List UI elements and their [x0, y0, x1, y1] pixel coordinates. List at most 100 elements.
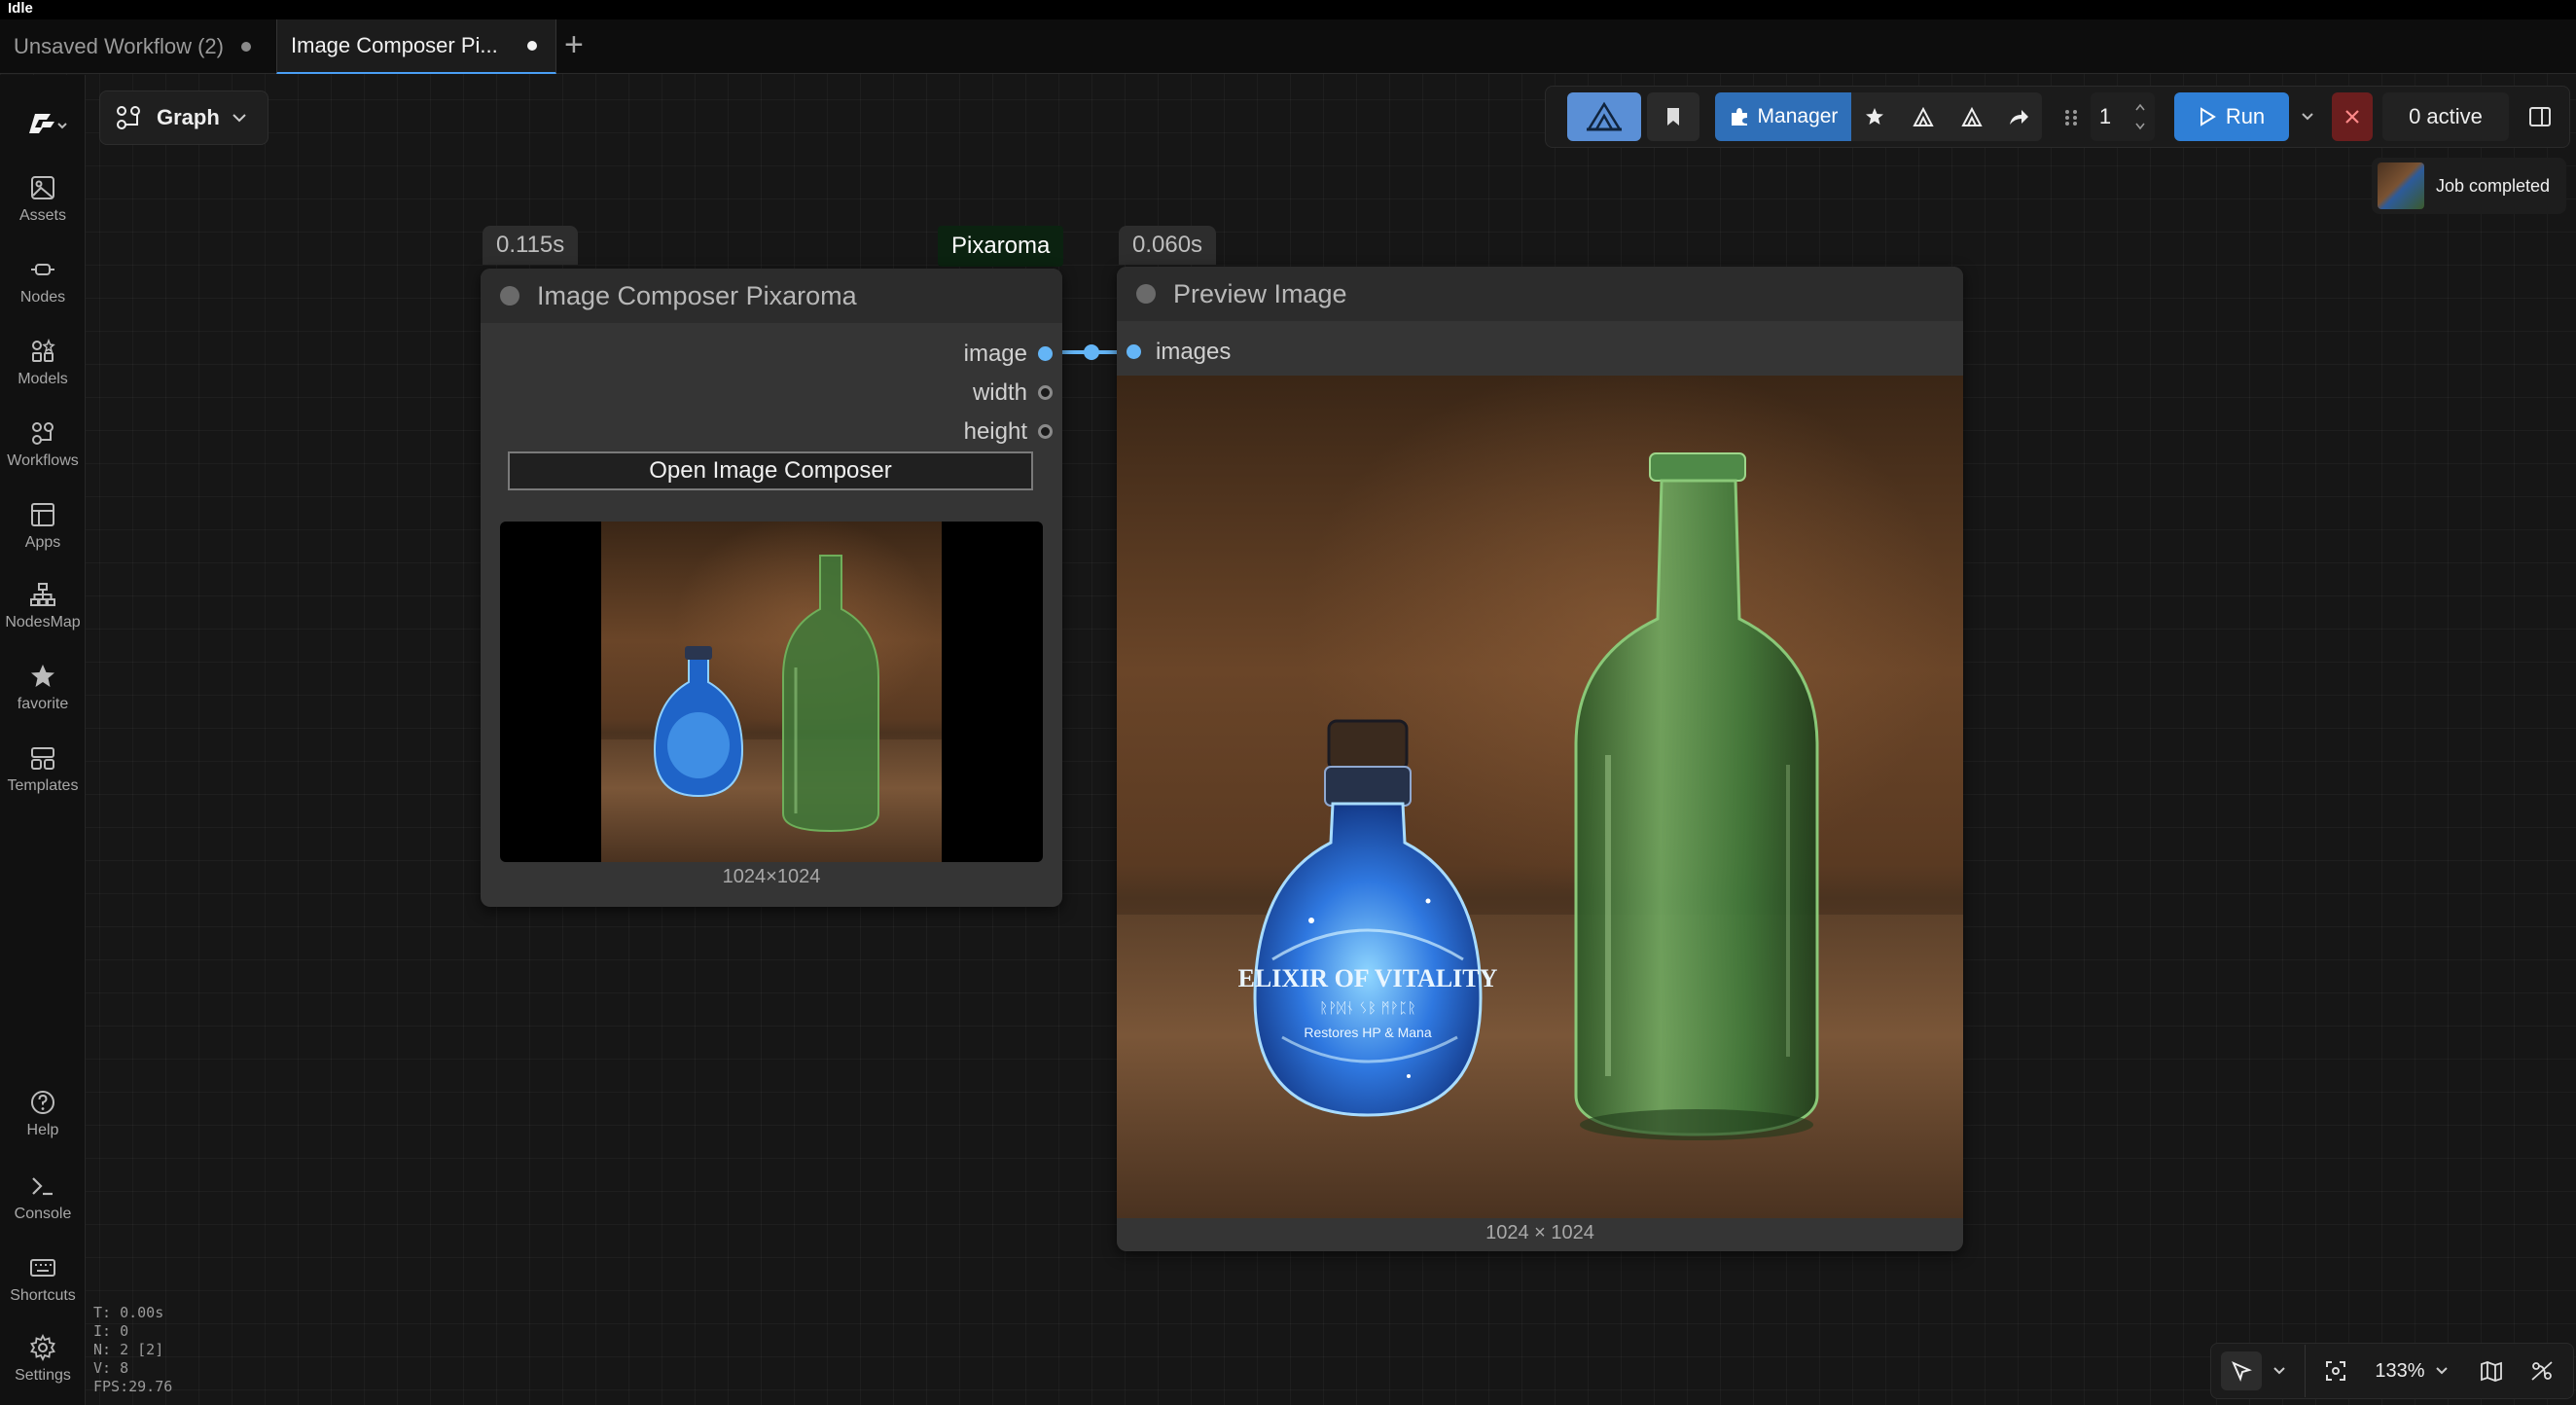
sidebar-item-assets[interactable]: Assets [0, 174, 86, 225]
output-slot-width[interactable] [1038, 385, 1053, 400]
bottle-label-title: ELIXIR OF VITALITY [1238, 964, 1498, 992]
comfy-logo-icon [29, 114, 67, 133]
zoom-level: 133% [2375, 1359, 2425, 1382]
mode-dropdown-button[interactable] [2266, 1351, 2293, 1390]
graph-selector[interactable]: Graph [99, 90, 268, 145]
image-composer-node[interactable]: Image Composer Pixaroma image width heig… [481, 269, 1062, 907]
stat-v: V: 8 [93, 1359, 129, 1377]
sidebar-item-models[interactable]: Models [0, 338, 86, 388]
sidebar-item-label: Console [14, 1206, 72, 1222]
job-status-text: Job completed [2436, 175, 2551, 196]
image-icon [31, 176, 54, 199]
manager-label: Manager [1757, 105, 1839, 127]
sidebar-item-label: favorite [17, 696, 69, 712]
sidebar-item-shortcuts[interactable]: Shortcuts [0, 1254, 86, 1305]
sidebar-item-apps[interactable]: Apps [0, 501, 86, 552]
tab-image-composer[interactable]: Image Composer Pi... [276, 19, 556, 74]
node-header[interactable]: Image Composer Pixaroma [481, 269, 1062, 323]
model-download-button[interactable] [1902, 104, 1945, 129]
graph-label: Graph [157, 105, 220, 129]
sidebar-item-settings[interactable]: Settings [0, 1334, 86, 1385]
mountain-logo-icon [1586, 101, 1623, 131]
fit-view-button[interactable] [2316, 1351, 2355, 1390]
bookmark-button[interactable] [1647, 92, 1699, 141]
stat-fps: FPS:29.76 [93, 1378, 173, 1395]
sidebar-item-help[interactable]: Help [0, 1089, 86, 1139]
comfy-registry-button[interactable] [1567, 92, 1641, 141]
bottles-illustration [653, 555, 879, 833]
unsaved-dot-icon[interactable] [526, 41, 537, 51]
stat-time: T: 0.00s [93, 1304, 164, 1321]
node-execution-time: 0.060s [1119, 226, 1217, 265]
sidebar-item-console[interactable]: Console [0, 1172, 86, 1223]
add-tab-button[interactable]: + [564, 27, 584, 62]
sidebar-item-nodes[interactable]: Nodes [0, 256, 86, 306]
output-label-image: image [963, 341, 1027, 367]
sidebar-item-templates[interactable]: Templates [0, 744, 86, 795]
canvas-stats: T: 0.00s I: 0 N: 2 [2] V: 8 FPS:29.76 [93, 1304, 172, 1396]
zoom-control[interactable]: 133% [2363, 1351, 2460, 1390]
run-label: Run [2225, 104, 2266, 128]
sidebar-item-label: Assets [18, 207, 66, 224]
input-slot-images[interactable] [1127, 344, 1141, 359]
panel-right-icon [2529, 107, 2551, 126]
sidebar-item-favorite[interactable]: favorite [0, 663, 86, 713]
models-icon [32, 338, 55, 362]
open-image-composer-button[interactable]: Open Image Composer [508, 451, 1033, 490]
comfy-logo-button[interactable] [25, 106, 72, 145]
cancel-run-button[interactable] [2332, 92, 2373, 141]
bottle-label-runes: ᚱᚹᛞᚾ ᛊᛒ ᛗᚹᛈᚱ [1319, 999, 1416, 1017]
status-strip: Idle [0, 0, 2576, 19]
sidebar-item-label: Shortcuts [10, 1287, 76, 1304]
drag-handle[interactable] [2061, 104, 2081, 131]
output-slot-height[interactable] [1038, 424, 1053, 439]
node-collapse-dot[interactable] [1136, 284, 1156, 304]
mountain-small-icon [1913, 106, 1934, 126]
tab-bar: Unsaved Workflow (2) Image Composer Pi..… [0, 19, 2576, 74]
share-button[interactable] [1997, 104, 2040, 129]
star-button[interactable] [1853, 104, 1896, 129]
star-icon [31, 665, 54, 687]
stepper-arrows-icon[interactable] [2134, 100, 2146, 133]
tab-label: Image Composer Pi... [291, 33, 498, 57]
sidebar-item-workflows[interactable]: Workflows [0, 419, 86, 470]
minimap-button[interactable] [2470, 1351, 2513, 1390]
puzzle-icon [1731, 108, 1747, 126]
node-header[interactable]: Preview Image [1117, 267, 1963, 321]
chevron-down-icon [2435, 1367, 2448, 1375]
select-mode-button[interactable] [2221, 1351, 2262, 1390]
run-options-button[interactable] [2293, 92, 2322, 141]
output-slot-image[interactable] [1038, 346, 1053, 361]
drag-dots-icon [2065, 110, 2077, 126]
preview-image-node[interactable]: Preview Image images ELIXIR OF VITALITY … [1117, 267, 1963, 1251]
tab-unsaved-workflow[interactable]: Unsaved Workflow (2) [0, 19, 265, 74]
sidebar-item-label: Nodes [19, 289, 66, 306]
node-collapse-dot[interactable] [500, 286, 519, 306]
output-label-width: width [972, 379, 1027, 406]
bottles-illustration: ELIXIR OF VITALITY ᚱᚹᛞᚾ ᛊᛒ ᛗᚹᛈᚱ Restores… [1238, 452, 1819, 1140]
unsaved-dot-icon[interactable] [241, 42, 251, 52]
manager-button[interactable]: Manager [1715, 92, 1851, 141]
mountain-small-icon [1961, 106, 1983, 126]
queue-count-stepper[interactable]: 1 [2091, 92, 2155, 141]
link-off-icon [2531, 1361, 2553, 1381]
stat-i: I: 0 [93, 1322, 129, 1340]
tab-label: Unsaved Workflow (2) [14, 34, 224, 58]
chevron-down-icon [2302, 113, 2313, 121]
toggle-panel-button[interactable] [2517, 92, 2563, 141]
link-midpoint-dot[interactable] [1084, 344, 1099, 360]
sidebar-item-label: Templates [7, 777, 79, 794]
model-update-button[interactable] [1950, 104, 1993, 129]
canvas-controls: 133% [2210, 1343, 2574, 1399]
toggle-links-button[interactable] [2521, 1351, 2563, 1390]
queue-count-value: 1 [2098, 104, 2112, 128]
map-icon [2481, 1361, 2502, 1382]
apps-icon [31, 503, 54, 526]
composer-image-dimensions: 1024×1024 [722, 866, 821, 887]
run-button[interactable]: Run [2174, 92, 2289, 141]
bottle-label-subtitle: Restores HP & Mana [1304, 1025, 1431, 1040]
sidebar-item-nodesmap[interactable]: NodesMap [0, 581, 86, 631]
output-label-height: height [963, 418, 1027, 445]
job-completed-toast[interactable]: Job completed [2372, 158, 2566, 214]
active-jobs-button[interactable]: 0 active [2382, 92, 2509, 141]
